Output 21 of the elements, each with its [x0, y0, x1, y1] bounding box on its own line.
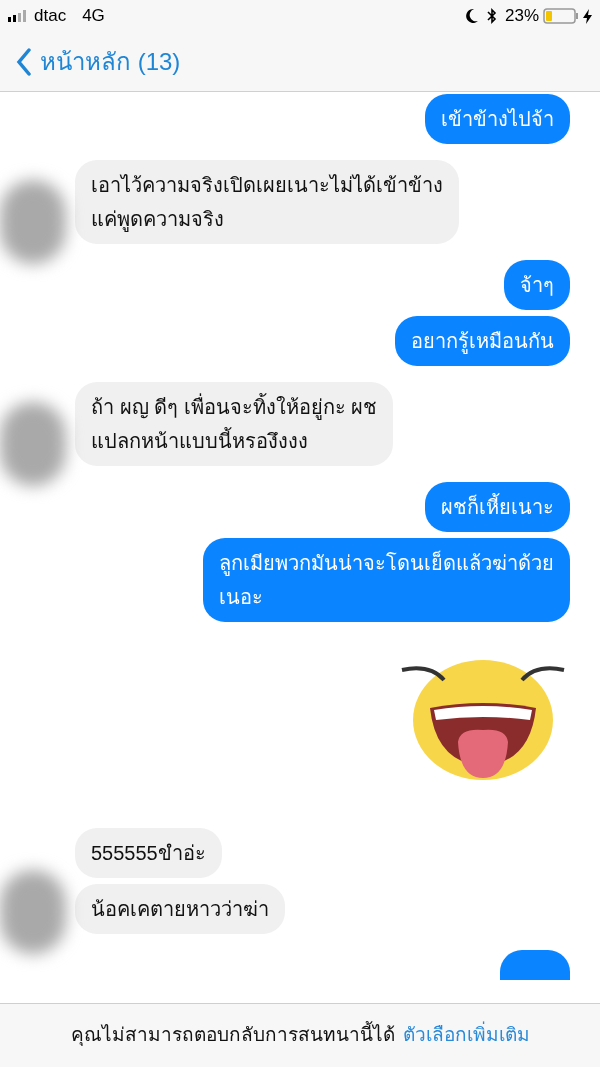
network-type: 4G	[82, 5, 105, 28]
battery-percent: 23%	[504, 5, 539, 28]
message-bubble: จ้าๆ	[504, 260, 570, 310]
message-bubble: ลูกเมียพวกมันน่าจะโดนเย็ดแล้วฆ่าด้วย เนอะ	[203, 538, 570, 622]
more-options-link[interactable]: ตัวเลือกเพิ่มเติม	[402, 1021, 530, 1050]
back-chevron-icon	[16, 47, 32, 76]
carrier-name: dtac	[34, 5, 67, 28]
message-bubble: ถ้า ผญ ดีๆ เพื่อนจะทิ้งให้อยู่กะ ผช แปลกหน้าแบบนี้หรองึงงง	[75, 382, 394, 466]
message-bubble: เข้าข้างไปจ้า	[425, 94, 570, 144]
back-button[interactable]: หน้าหลัก (13)	[16, 43, 181, 80]
message-bubble: น้อคเคตายหาวว่าฆ่า	[75, 884, 285, 934]
charging-icon	[583, 8, 592, 24]
message-bubble: อยากรู้เหมือนกัน	[395, 316, 570, 366]
notice-text: คุณไม่สามารถตอบกลับการสนทนานี้ได้	[70, 1021, 395, 1050]
message-bubble: เอาไว้ความจริงเปิดเผยเนาะไม่ได้เข้าข้าง แค่พูดความจริง	[75, 160, 459, 244]
message-bubble: 555555ขำอ่ะ	[75, 828, 222, 878]
bluetooth-icon	[486, 8, 497, 24]
message-bubble: ผชก็เหี้ยเนาะ	[425, 482, 570, 532]
moon-icon	[464, 8, 479, 24]
battery-icon	[543, 8, 579, 24]
message-bubble	[500, 950, 570, 980]
